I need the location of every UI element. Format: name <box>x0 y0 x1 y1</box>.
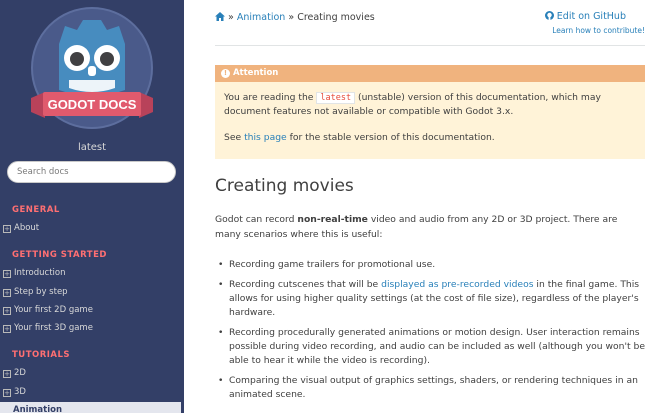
nav-item-about[interactable]: + About <box>3 220 184 236</box>
admonition-text-part: You are reading the <box>224 92 317 103</box>
learn-contribute-link[interactable]: Learn how to contribute! <box>552 26 645 35</box>
logo-text: GODOT DOCS <box>48 97 137 112</box>
breadcrumb: » Animation » Creating movies <box>215 12 375 23</box>
nav-item-introduction[interactable]: + Introduction <box>3 265 184 281</box>
admonition-title-text: Attention <box>232 68 279 78</box>
nav-item-label: About <box>14 223 40 233</box>
admonition-text-part: for the stable version of this documenta… <box>286 132 495 143</box>
expand-icon[interactable]: + <box>3 325 11 333</box>
sidebar: GODOT DOCS latest Search docs GENERAL + A… <box>0 0 184 413</box>
admonition-title: ! Attention <box>215 65 645 82</box>
list-item: Recording procedurally generated animati… <box>215 326 645 368</box>
nav-caption-general: GENERAL <box>12 205 60 215</box>
nav-item-first-2d-game[interactable]: + Your first 2D game <box>3 302 184 318</box>
nav-item-label: Your first 3D game <box>14 323 93 333</box>
list-item: Recording game trailers for promotional … <box>215 258 645 272</box>
pre-recorded-videos-link[interactable]: displayed as pre-recorded videos <box>381 279 533 290</box>
breadcrumb-separator: » <box>228 12 234 23</box>
nav-item-first-3d-game[interactable]: + Your first 3D game <box>3 320 184 336</box>
godot-docs-logo[interactable]: GODOT DOCS <box>27 6 157 130</box>
breadcrumb-animation-link[interactable]: Animation <box>237 12 285 23</box>
expand-icon[interactable]: + <box>3 307 11 315</box>
list-item: Recording cutscenes that will be display… <box>215 278 645 320</box>
nav-item-label: Introduction <box>14 268 66 278</box>
main-content: » Animation » Creating movies Edit on Gi… <box>184 0 650 413</box>
header-divider <box>215 45 645 46</box>
nav-item-label: Animation <box>13 405 63 413</box>
breadcrumb-separator: » <box>288 12 295 23</box>
intro-paragraph: Godot can record non-real-time video and… <box>215 212 645 242</box>
nav-caption-tutorials: TUTORIALS <box>12 350 71 360</box>
admonition-text-2: See this page for the stable version of … <box>224 131 636 145</box>
nav-item-label: Your first 2D game <box>14 305 93 315</box>
use-case-list: Recording game trailers for promotional … <box>215 258 645 408</box>
admonition-text: You are reading the latest (unstable) ve… <box>224 91 636 119</box>
intro-bold: non-real-time <box>297 214 368 225</box>
nav-item-3d[interactable]: +3D <box>3 384 184 400</box>
admonition-text-part: See <box>224 132 245 143</box>
list-item-text: Recording cutscenes that will be <box>229 279 382 290</box>
list-item: Comparing the visual output of graphics … <box>215 374 645 402</box>
nav-item-label: 3D <box>14 387 26 397</box>
edit-on-github-label: Edit on GitHub <box>556 11 626 22</box>
search-input[interactable]: Search docs <box>7 161 176 183</box>
nav-item-step-by-step[interactable]: + Step by step <box>3 284 184 300</box>
expand-icon[interactable]: + <box>3 370 11 378</box>
breadcrumb-current: Creating movies <box>297 12 375 23</box>
edit-on-github-link[interactable]: Edit on GitHub <box>544 11 626 22</box>
attention-admonition: ! Attention You are reading the latest (… <box>215 65 645 159</box>
version-label: latest <box>77 142 107 153</box>
info-icon: ! <box>221 69 230 78</box>
expand-icon[interactable]: + <box>3 225 11 233</box>
godot-logo-icon: GODOT DOCS <box>31 7 153 129</box>
expand-icon[interactable]: + <box>3 270 11 278</box>
page-title: Creating movies <box>215 176 354 196</box>
stable-docs-link[interactable]: this page <box>244 132 287 143</box>
expand-icon[interactable]: + <box>3 389 11 397</box>
nav-item-2d[interactable]: +2D <box>3 365 184 381</box>
expand-icon[interactable]: + <box>3 289 11 297</box>
nav-item-label: Step by step <box>14 287 68 297</box>
version-code: latest <box>316 92 356 104</box>
github-icon <box>544 11 554 20</box>
nav-item-animation[interactable]: Animation <box>0 402 181 413</box>
intro-text: Godot can record <box>215 214 298 225</box>
nav-item-label: 2D <box>14 368 26 378</box>
nav-caption-getting-started: GETTING STARTED <box>12 250 107 260</box>
home-icon[interactable] <box>215 12 228 23</box>
